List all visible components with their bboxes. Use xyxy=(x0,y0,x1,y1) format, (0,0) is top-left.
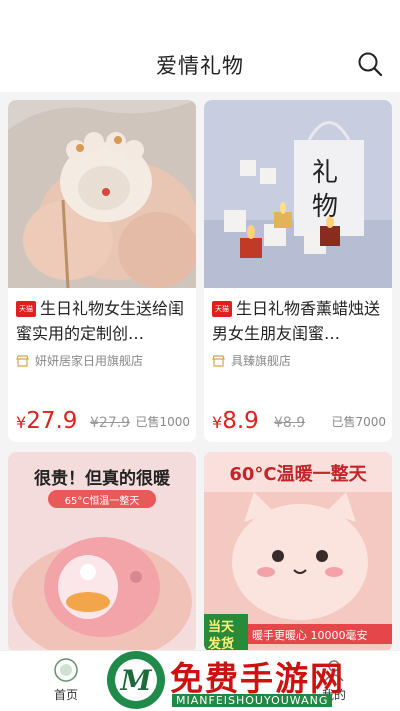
svg-text:M: M xyxy=(120,664,153,697)
original-price: ¥27.9 xyxy=(90,415,131,431)
product-price: ¥8.9 xyxy=(212,408,259,434)
image-subline: 65°C恒温一整天 xyxy=(64,496,140,507)
watermark: M 免费手游网 MIANFEISHOUYOUWANG xyxy=(100,648,400,711)
tmall-badge: 天猫 xyxy=(212,301,232,317)
header: 爱情礼物 xyxy=(0,0,400,92)
image-headline: 很贵！但真的很暖 xyxy=(34,469,170,489)
product-title[interactable]: 天猫 生日礼物香薰蜡烛送男女生朋友闺蜜… xyxy=(212,296,386,346)
product-image[interactable] xyxy=(8,100,196,288)
original-price: ¥8.9 xyxy=(274,415,306,431)
product-card[interactable]: 很贵！但真的很暖 65°C恒温一整天 xyxy=(8,452,196,652)
product-image[interactable]: 60°C温暖一整天 暖手更暖心 10000毫安 当天 发货 xyxy=(204,452,392,652)
shop-name[interactable]: 具臻旗舰店 xyxy=(212,352,291,369)
shop-icon xyxy=(16,354,29,367)
sign-text-1: 礼 xyxy=(312,158,339,188)
sold-count: 已售1000 xyxy=(135,415,190,429)
watermark-subtitle: MIANFEISHOUYOUWANG xyxy=(172,694,333,707)
shop-name[interactable]: 妍妍居家日用旗舰店 xyxy=(16,352,143,369)
search-icon[interactable] xyxy=(356,50,384,78)
price-row: ¥27.9 ¥27.9 已售1000 xyxy=(16,408,190,436)
sold-count: 已售7000 xyxy=(331,415,386,429)
product-card[interactable]: 天猫 生日礼物女生送给闺蜜实用的定制创… 妍妍居家日用旗舰店 ¥27.9 ¥27.… xyxy=(8,100,196,442)
price-row: ¥8.9 ¥8.9 已售7000 xyxy=(212,408,386,436)
product-image[interactable]: 很贵！但真的很暖 65°C恒温一整天 xyxy=(8,452,196,652)
product-price: ¥27.9 xyxy=(16,408,78,434)
product-grid: 天猫 生日礼物女生送给闺蜜实用的定制创… 妍妍居家日用旗舰店 ¥27.9 ¥27.… xyxy=(8,100,392,652)
product-image[interactable]: 礼 物 xyxy=(204,100,392,288)
image-subline: 暖手更暖心 10000毫安 xyxy=(252,629,368,642)
sign-text-2: 物 xyxy=(312,192,339,222)
tab-home[interactable]: 首页 xyxy=(36,657,96,703)
shop-icon xyxy=(212,354,225,367)
product-title[interactable]: 天猫 生日礼物女生送给闺蜜实用的定制创… xyxy=(16,296,190,346)
watermark-logo-icon: M xyxy=(107,651,165,709)
tmall-badge: 天猫 xyxy=(16,301,36,317)
page-title: 爱情礼物 xyxy=(156,54,244,78)
home-icon xyxy=(54,658,78,682)
product-card[interactable]: 礼 物 天猫 生日礼物香薰蜡烛送男女生朋友闺蜜… 具臻旗舰店 ¥8.9 ¥8.9 … xyxy=(204,100,392,442)
product-card[interactable]: 60°C温暖一整天 暖手更暖心 10000毫安 当天 发货 xyxy=(204,452,392,652)
image-headline: 60°C温暖一整天 xyxy=(229,464,367,485)
watermark-title: 免费手游网 xyxy=(170,659,345,698)
